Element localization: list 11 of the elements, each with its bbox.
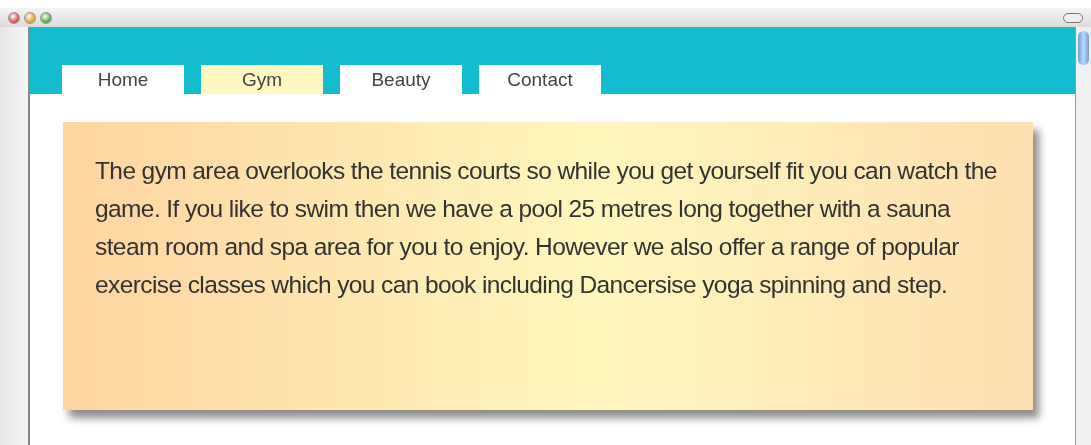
nav-tab[interactable]: Home xyxy=(62,65,184,94)
minimize-button[interactable] xyxy=(24,11,36,24)
nav-tab[interactable]: Beauty xyxy=(340,65,462,94)
body-text: The gym area overlooks the tennis courts so while you get yourself fit you can watch the game. If you like to swim then we have a pool 25 metres long together with a sauna steam room and spa area for you to enjoy. However we also offer a range of popular exercise classes which you can book including Dancersise yoga spinning and step. xyxy=(95,156,998,300)
scroll-thumb[interactable] xyxy=(1078,31,1089,65)
zoom-button[interactable] xyxy=(40,11,52,24)
nav-tab[interactable]: Gym xyxy=(201,65,323,94)
scroll-bar[interactable] xyxy=(1075,27,1091,445)
close-button[interactable] xyxy=(8,11,20,24)
toolbar-toggle-button[interactable] xyxy=(1063,12,1083,23)
nav-tab[interactable]: Contact xyxy=(479,65,601,94)
